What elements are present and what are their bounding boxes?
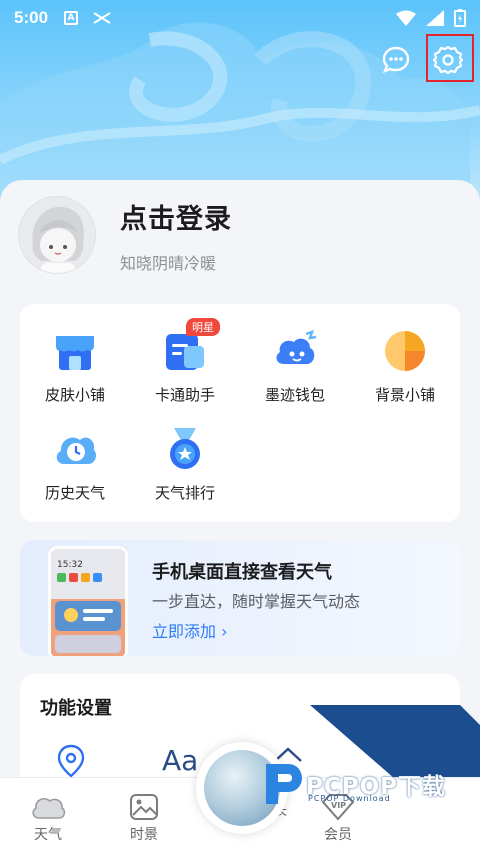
phone-preview-time: 15:32 — [57, 560, 83, 570]
picture-icon — [130, 794, 158, 820]
font-size-icon[interactable]: Aa — [162, 744, 198, 777]
shop-icon — [56, 336, 94, 370]
tool-weather-rank[interactable]: 天气排行 — [130, 426, 240, 503]
profile-section[interactable]: 点击登录 知晓阴晴冷暖 — [18, 196, 232, 274]
settings-highlight-frame — [426, 34, 474, 82]
status-time: 5:00 — [14, 8, 49, 27]
tool-history-weather[interactable]: 历史天气 — [20, 426, 130, 503]
tab-scene[interactable]: 时景 — [104, 790, 184, 844]
watermark-subtext: PCPOP Download — [308, 794, 391, 803]
chat-bubble-icon — [382, 46, 410, 74]
profile-slogan: 知晓阴晴冷暖 — [120, 253, 217, 273]
weather-rank-icon — [170, 428, 200, 469]
avatar[interactable] — [18, 196, 96, 274]
message-button[interactable] — [378, 42, 414, 78]
status-bar: 5:00 A — [0, 0, 480, 36]
location-icon[interactable] — [56, 744, 86, 778]
tab-label: 天气 — [34, 827, 62, 843]
wifi-icon — [396, 10, 416, 26]
promo-subtitle: 一步直达，随时掌握天气动态 — [152, 592, 361, 611]
tool-skin-shop[interactable]: 皮肤小铺 — [20, 328, 130, 405]
tab-weather[interactable]: 天气 — [8, 790, 88, 844]
function-settings-title: 功能设置 — [40, 698, 112, 719]
widget-promo-card[interactable]: 15:32 手机桌面直接查看天气 一步直达，随时掌握天气动态 立即添加 › — [20, 540, 460, 656]
tab-label: 时景 — [130, 827, 158, 843]
phone-preview-image: 15:32 — [48, 546, 128, 656]
wallet-icon — [276, 330, 317, 364]
tool-label: 皮肤小铺 — [44, 386, 105, 404]
notification-a-icon: A — [64, 11, 79, 25]
default-avatar-icon — [19, 197, 95, 273]
cloud-icon — [32, 798, 66, 819]
tool-label: 墨迹钱包 — [264, 386, 325, 404]
tool-label: 历史天气 — [44, 484, 105, 502]
tool-moji-wallet[interactable]: 墨迹钱包 — [240, 328, 350, 405]
tools-card: 皮肤小铺 明星 卡通助手 墨迹钱包 背景小铺 历史天气 天气排行 — [20, 304, 460, 522]
history-weather-icon — [56, 437, 96, 464]
tab-label: 会员 — [324, 827, 352, 843]
tool-background-shop[interactable]: 背景小铺 — [350, 328, 460, 405]
tool-label: 卡通助手 — [154, 386, 215, 404]
background-shop-icon — [385, 331, 425, 371]
signal-icon — [426, 10, 444, 26]
notification-app-icon — [93, 12, 111, 24]
watermark-logo-mark — [266, 764, 302, 804]
phone-screen-preview: 15:32 — [51, 549, 125, 656]
tool-cartoon-assistant[interactable]: 明星 卡通助手 — [130, 318, 240, 405]
star-badge: 明星 — [186, 318, 220, 336]
battery-icon — [454, 9, 466, 27]
add-widget-link[interactable]: 立即添加 › — [152, 618, 228, 642]
promo-title: 手机桌面直接查看天气 — [152, 562, 332, 583]
tool-label: 背景小铺 — [374, 386, 435, 404]
tool-label: 天气排行 — [154, 484, 215, 502]
login-prompt[interactable]: 点击登录 — [120, 197, 232, 236]
